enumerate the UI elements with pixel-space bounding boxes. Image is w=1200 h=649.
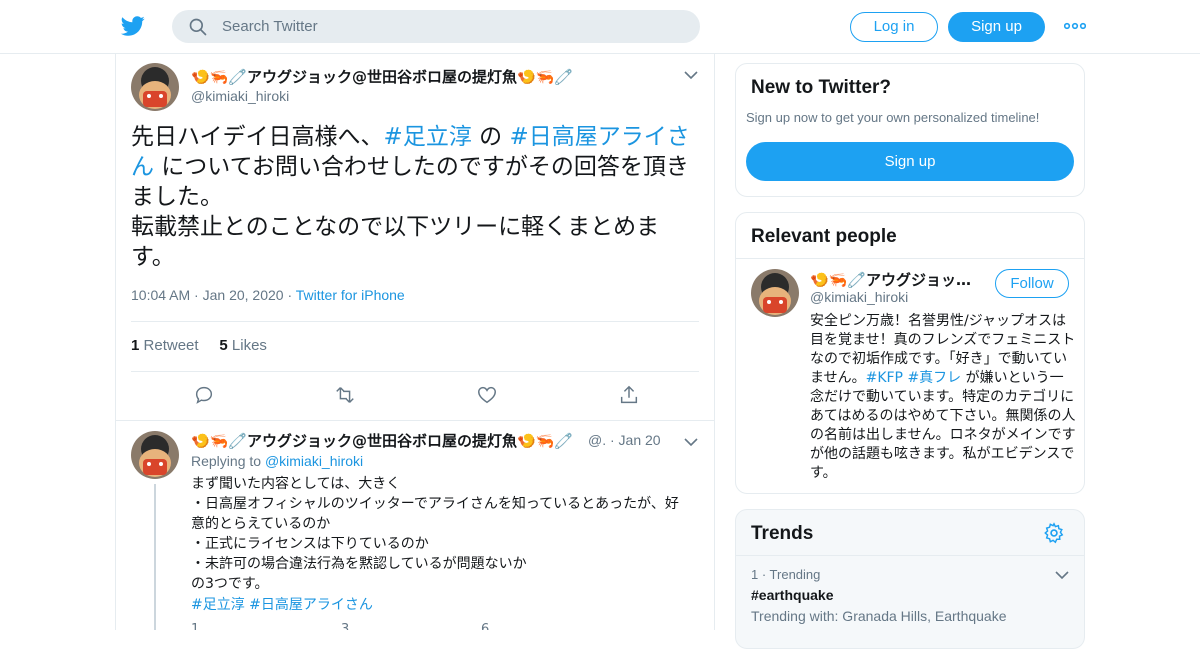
twitter-bird-icon[interactable] xyxy=(120,14,146,38)
search-icon xyxy=(189,18,207,36)
tweet-actions xyxy=(131,384,699,408)
signup-button[interactable]: Sign up xyxy=(948,12,1045,42)
search-input[interactable] xyxy=(222,10,682,43)
author-handle[interactable]: @kimiaki_hiroki xyxy=(191,88,289,104)
trends-card: Trends 1 · Trending #earthquake Trending… xyxy=(735,509,1085,649)
card-title: Trends xyxy=(751,523,814,544)
tweet-date[interactable]: Jan 20, 2020 xyxy=(203,287,284,303)
divider xyxy=(736,555,1084,556)
like-label[interactable]: Likes xyxy=(232,337,267,354)
trend-with: Trending with: Granada Hills, Earthquake xyxy=(751,608,1007,624)
reply-text: まず聞いた内容としては、大きく ・日高屋オフィシャルのツイッターでアライさんを知… xyxy=(191,476,679,592)
tweet-text-part: についてお問い合わせしたのですがその回答を頂きました。 xyxy=(131,154,689,210)
author-name[interactable]: 🍤🦐🧷アウグジョック@世田谷ボロ屋の提灯魚🍤🦐🧷 xyxy=(191,430,573,451)
person-bio: 安全ピン万歳！名誉男性/ジャップオスは目を覚ませ！真のフレンズでフェミニストなの… xyxy=(810,312,1076,483)
reply-icon[interactable] xyxy=(193,384,215,406)
divider xyxy=(736,258,1084,259)
avatar[interactable] xyxy=(131,431,179,479)
new-to-twitter-card: New to Twitter? Sign up now to get your … xyxy=(735,63,1085,197)
like-icon[interactable] xyxy=(476,384,498,406)
divider xyxy=(131,321,699,322)
login-button[interactable]: Log in xyxy=(850,12,938,42)
relevant-people-card: Relevant people 🍤🦐🧷アウグジョッ… @kimiaki_hiro… xyxy=(735,212,1085,494)
timeline: 🍤🦐🧷アウグジョック@世田谷ボロ屋の提灯魚🍤🦐🧷 @kimiaki_hiroki… xyxy=(115,54,715,630)
retweet-icon[interactable] xyxy=(334,384,356,406)
person-handle[interactable]: @kimiaki_hiroki xyxy=(810,289,908,305)
chevron-down-icon[interactable] xyxy=(1055,570,1069,580)
card-subtitle: Sign up now to get your own personalized… xyxy=(746,110,1040,125)
reply-like-count[interactable]: 6 xyxy=(481,622,489,630)
author-handle-date[interactable]: @. · Jan 20 xyxy=(588,432,661,448)
author-name[interactable]: 🍤🦐🧷アウグジョック@世田谷ボロ屋の提灯魚🍤🦐🧷 xyxy=(191,66,573,87)
top-bar: Log in Sign up xyxy=(0,0,1200,54)
tweet-text-part: の xyxy=(471,124,510,150)
trend-name[interactable]: #earthquake xyxy=(751,587,833,603)
search-box[interactable] xyxy=(172,10,700,43)
tweet-stats: 1 Retweet 5 Likes xyxy=(131,337,267,354)
hashtag-link[interactable]: #KFP xyxy=(866,370,903,386)
tweet-text-part: 転載禁止とのことなので以下ツリーに軽くまとめます。 xyxy=(131,214,660,270)
share-icon[interactable] xyxy=(618,384,640,406)
chevron-down-icon[interactable] xyxy=(684,437,698,447)
replying-to-link[interactable]: @kimiaki_hiroki xyxy=(265,453,363,469)
person-name[interactable]: 🍤🦐🧷アウグジョッ… xyxy=(810,269,976,290)
reply-reply-count[interactable]: 1 xyxy=(191,622,199,630)
more-icon[interactable] xyxy=(1064,22,1086,30)
avatar[interactable] xyxy=(751,269,799,317)
tweet-time[interactable]: 10:04 AM xyxy=(131,287,190,303)
avatar[interactable] xyxy=(131,63,179,111)
follow-button[interactable]: Follow xyxy=(995,269,1069,298)
divider xyxy=(131,371,699,372)
retweet-label[interactable]: Retweet xyxy=(144,337,199,354)
card-title: Relevant people xyxy=(751,226,897,247)
replying-to: Replying to @kimiaki_hiroki xyxy=(191,453,363,469)
thread-line xyxy=(154,484,156,630)
trend-meta: 1 · Trending xyxy=(751,567,821,582)
hashtag-link[interactable]: #真フレ xyxy=(907,370,961,386)
hashtag-link[interactable]: #足立淳 xyxy=(384,124,472,150)
reply-retweet-count[interactable]: 3 xyxy=(341,622,349,630)
tweet-text: 先日ハイデイ日高様へ、#足立淳 の #日高屋アライさん についてお問い合わせした… xyxy=(131,122,701,272)
replying-label: Replying to xyxy=(191,453,262,469)
chevron-down-icon[interactable] xyxy=(684,70,698,80)
tweet-meta: 10:04 AM · Jan 20, 2020 · Twitter for iP… xyxy=(131,287,405,303)
tweet-source[interactable]: Twitter for iPhone xyxy=(296,287,405,303)
bio-text: が嫌いという一念だけで動いています。特定のカテゴリにあてはめるのはやめて下さい。… xyxy=(810,370,1076,481)
tweet-separator xyxy=(116,420,714,421)
like-count[interactable]: 5 xyxy=(219,337,227,354)
sidebar-signup-button[interactable]: Sign up xyxy=(746,142,1074,181)
retweet-count[interactable]: 1 xyxy=(131,337,139,354)
reply-hashtags[interactable]: #足立淳 #日高屋アライさん xyxy=(191,594,373,614)
tweet-text-part: 先日ハイデイ日高様へ、 xyxy=(131,124,384,150)
gear-icon[interactable] xyxy=(1043,522,1065,544)
card-title: New to Twitter? xyxy=(751,77,892,98)
